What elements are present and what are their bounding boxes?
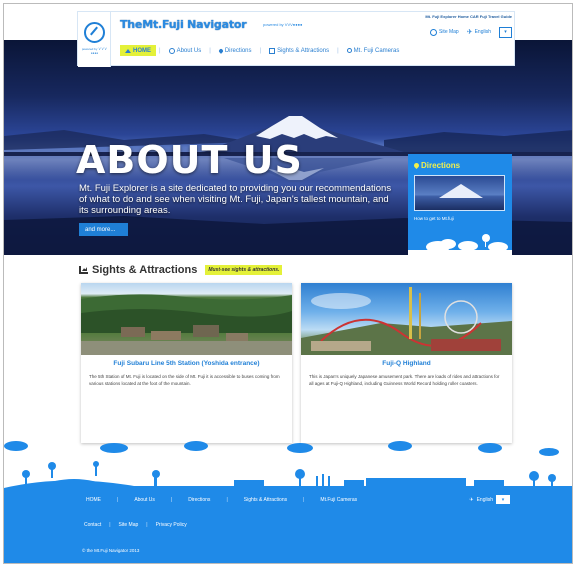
- footer-separator: |: [170, 497, 173, 503]
- nav-separator: |: [159, 47, 161, 54]
- footer-language-selector[interactable]: ✈ English ▾: [469, 495, 510, 504]
- attraction-card[interactable]: Fuji Subaru Line 5th Station (Yoshida en…: [81, 283, 292, 443]
- hero-title: ABOUT US: [76, 138, 303, 182]
- compass-icon: [84, 22, 105, 43]
- globe-icon: [429, 28, 437, 36]
- cloud-decoration-icon: [408, 234, 512, 255]
- home-icon: [125, 48, 131, 53]
- site-map-link[interactable]: Site Map: [429, 28, 459, 36]
- attraction-title[interactable]: Fuji-Q Highland: [301, 360, 512, 367]
- nav-item-directions[interactable]: Directions: [214, 45, 257, 56]
- directions-caption[interactable]: How to get to Mt.fuji: [414, 216, 454, 221]
- footer-secondary-nav: Contact | Site Map | Privacy Policy: [80, 522, 191, 528]
- world-map-icon: ✈: [469, 496, 474, 503]
- attraction-description: This is Japan's uniquely Japanese amusem…: [309, 374, 500, 386]
- nav-label: Sights & Attractions: [277, 47, 330, 54]
- directions-title: Directions: [412, 161, 461, 170]
- nav-item-about[interactable]: About Us: [164, 45, 207, 56]
- language-dropdown[interactable]: ▾: [499, 26, 512, 38]
- hero-description: Mt. Fuji Explorer is a site dedicated to…: [79, 183, 392, 216]
- site-map-label: Site Map: [438, 29, 459, 35]
- and-more-button[interactable]: and more...: [79, 223, 128, 236]
- footer-separator: |: [226, 497, 228, 503]
- world-map-icon: ✈: [466, 29, 473, 36]
- map-pin-icon: [412, 161, 421, 170]
- footer-separator: |: [303, 497, 305, 503]
- footer-link-cameras[interactable]: Mt.Fuji Cameras: [314, 497, 363, 503]
- footer-link-home[interactable]: HOME: [80, 497, 107, 503]
- logo-caption: powered by ＶＶＶ●●●●: [81, 47, 108, 55]
- nav-label: Directions: [224, 47, 252, 54]
- section-title: Sights & Attractions: [92, 264, 198, 276]
- footer-separator: |: [117, 497, 119, 503]
- nav-label: Mt. Fuji Cameras: [353, 47, 400, 54]
- brand-subtitle: powered by VVV●●●●: [263, 22, 303, 27]
- site-logo[interactable]: powered by ＶＶＶ●●●●: [78, 12, 111, 67]
- footer-link-about[interactable]: About Us: [128, 497, 161, 503]
- info-icon: [168, 47, 175, 54]
- footer-link-contact[interactable]: Contact: [80, 522, 105, 528]
- directions-thumbnail[interactable]: [414, 175, 505, 211]
- section-badge: Must-see sights & attractions.: [205, 265, 283, 275]
- search-icon: [346, 48, 352, 53]
- footer-separator: |: [109, 522, 111, 528]
- language-selector[interactable]: ✈ English: [467, 28, 491, 36]
- footer-language-label: English: [476, 496, 493, 503]
- main-nav: HOME | About Us | Directions | Sights & …: [120, 43, 404, 58]
- language-label: English: [474, 29, 491, 35]
- attraction-description: The 5th Station of Mt. Fuji is located o…: [89, 374, 280, 386]
- footer-language-dropdown[interactable]: ▾: [496, 495, 510, 504]
- directions-title-label: Directions: [421, 161, 461, 170]
- copyright: © the Mt.Fuji Navigator 2013: [82, 548, 140, 553]
- attraction-image[interactable]: [81, 283, 292, 355]
- image-icon: [269, 47, 276, 54]
- map-pin-icon: [217, 47, 224, 54]
- nav-item-sights[interactable]: Sights & Attractions: [264, 45, 334, 56]
- utility-bar: Site Map ✈ English ▾: [429, 26, 512, 38]
- chart-icon: [79, 266, 88, 274]
- site-footer: HOME | About Us | Directions | Sights & …: [4, 488, 572, 563]
- nav-separator: |: [337, 47, 339, 54]
- footer-link-privacy[interactable]: Privacy Policy: [152, 522, 191, 528]
- footer-link-site-map[interactable]: Site Map: [115, 522, 143, 528]
- nav-item-cameras[interactable]: Mt. Fuji Cameras: [342, 45, 405, 56]
- nav-label: HOME: [133, 47, 151, 54]
- directions-card[interactable]: Directions How to get to Mt.fuji: [408, 154, 512, 255]
- nav-separator: |: [259, 47, 262, 54]
- nav-separator: |: [209, 47, 211, 54]
- mountain-thumbnail-icon: [439, 184, 483, 198]
- nav-label: About Us: [176, 47, 202, 54]
- footer-link-sights[interactable]: Sights & Attractions: [238, 497, 293, 503]
- nav-item-home[interactable]: HOME: [120, 45, 156, 56]
- site-header: powered by ＶＶＶ●●●● TheMt.Fuji Navigator …: [77, 11, 515, 67]
- footer-nav: HOME | About Us | Directions | Sights & …: [80, 497, 363, 503]
- attraction-card[interactable]: Fuji-Q Highland This is Japan's uniquely…: [301, 283, 512, 443]
- sights-section-header: Sights & Attractions Must-see sights & a…: [79, 264, 283, 276]
- attraction-title[interactable]: Fuji Subaru Line 5th Station (Yoshida en…: [81, 360, 292, 367]
- page-frame: ABOUT US Mt. Fuji Explorer is a site ded…: [3, 3, 573, 564]
- brand-title[interactable]: TheMt.Fuji Navigator: [120, 18, 247, 31]
- skyline-decoration-icon: [4, 441, 572, 490]
- footer-separator: |: [146, 522, 148, 528]
- attraction-image[interactable]: [301, 283, 512, 355]
- footer-link-directions[interactable]: Directions: [182, 497, 216, 503]
- header-tagline: Mt. Fuji Explorer Home CAR Fuji Travel G…: [425, 14, 512, 19]
